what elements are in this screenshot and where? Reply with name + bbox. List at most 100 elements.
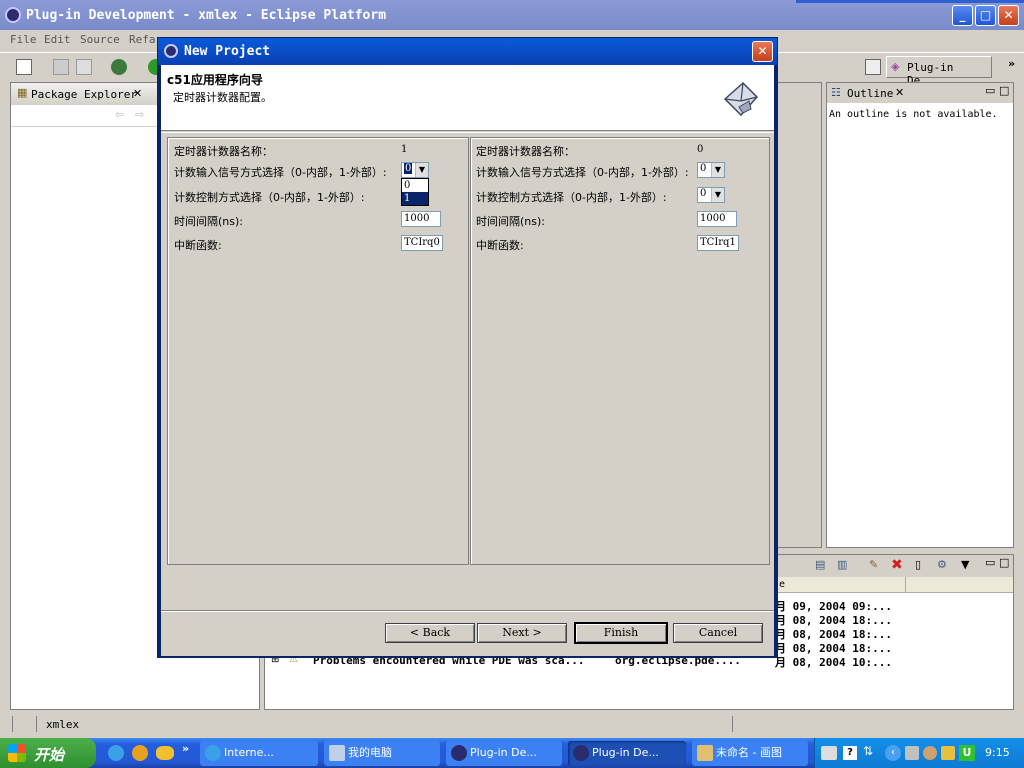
start-label: 开始 [34, 746, 65, 764]
editor-area [776, 82, 822, 548]
right-control-mode-combo[interactable]: 0 ▼ [697, 187, 725, 203]
start-button[interactable]: 开始 [0, 738, 96, 768]
debug-icon[interactable] [111, 59, 127, 75]
perspective-switcher[interactable]: ◈ Plug-in De... [886, 56, 992, 87]
save-icon[interactable] [53, 59, 69, 75]
keyboard-icon[interactable] [821, 746, 837, 760]
main-window-title: Plug-in Development - xmlex - Eclipse Pl… [26, 8, 387, 23]
right-interrupt-field[interactable]: TCIrq1 [697, 235, 739, 251]
quicklaunch-fish-icon[interactable] [156, 746, 174, 760]
top-right-blue-strip [796, 0, 1024, 3]
open-perspective-icon[interactable] [865, 59, 881, 75]
chevron-down-icon[interactable]: ▼ [711, 163, 724, 177]
dialog-header: c51应用程序向导 定时器计数器配置。 [161, 65, 774, 131]
outline-tab[interactable]: ☷ Outline ✕ ▭ □ [827, 83, 1013, 103]
forward-arrow-icon[interactable]: ⇨ [135, 108, 144, 121]
toolbar-overflow[interactable]: » [1008, 57, 1015, 70]
dialog-separator [161, 610, 774, 612]
quicklaunch-more[interactable]: » [182, 742, 189, 755]
menu-refactor[interactable]: Refa [129, 33, 156, 46]
u-app-icon[interactable]: U [959, 745, 975, 761]
maximize-problems-icon[interactable]: □ [999, 556, 1009, 569]
timer-panel-right: 定时器计数器名称： 0 计数输入信号方式选择（0-内部，1-外部）: 0 ▼ 计… [470, 137, 770, 565]
tray-expand-icon[interactable]: ‹ [885, 745, 901, 761]
left-interval-field[interactable]: 1000 [401, 211, 441, 227]
print-icon[interactable] [76, 59, 92, 75]
dialog-header-title: c51应用程序向导 [167, 73, 263, 87]
taskbar-item-paint[interactable]: 未命名 - 画图 [692, 741, 808, 766]
network-icon[interactable] [905, 746, 919, 760]
chevron-down-icon[interactable]: ▼ [711, 188, 724, 202]
left-input-mode-combo[interactable]: 0 ▼ [401, 162, 429, 178]
tray-arrow-icon[interactable]: ⇅ [863, 744, 873, 758]
new-icon[interactable] [16, 59, 32, 75]
menu-source[interactable]: Source [80, 33, 120, 46]
close-view-icon[interactable]: ✕ [133, 87, 142, 100]
minimize-view-icon[interactable]: ▭ [985, 84, 995, 97]
eclipse-icon [5, 7, 21, 23]
taskbar-item-eclipse-1[interactable]: Plug-in De... [446, 741, 562, 766]
cancel-button[interactable]: Cancel [673, 623, 763, 643]
dialog-title-bar[interactable]: New Project ✕ [158, 38, 777, 65]
package-icon: ▦ [17, 86, 28, 99]
back-button[interactable]: < Back [385, 623, 475, 643]
left-name-value: 1 [401, 144, 408, 155]
dropdown-option-1[interactable]: 1 [402, 192, 428, 205]
taskbar-item-eclipse-2[interactable]: Plug-in De... [568, 741, 686, 766]
timer-panel-left: 定时器计数器名称： 1 计数输入信号方式选择（0-内部，1-外部）: 0 ▼ 0… [167, 137, 469, 565]
right-interval-field[interactable]: 1000 [697, 211, 737, 227]
menu-dropdown-icon[interactable]: ▼ [961, 558, 969, 571]
minimize-button[interactable]: _ [952, 5, 973, 26]
right-control-mode-value: 0 [700, 188, 707, 199]
menu-edit[interactable]: Edit [44, 33, 71, 46]
maximize-view-icon[interactable]: □ [999, 84, 1009, 97]
close-button[interactable]: ✕ [998, 5, 1019, 26]
taskbar-item-ie[interactable]: Interne... [200, 741, 318, 766]
wizard-banner-icon [721, 79, 761, 119]
status-bar: xmlex [0, 713, 1024, 735]
clear-icon[interactable]: ✎ [869, 558, 878, 571]
dialog-close-button[interactable]: ✕ [752, 41, 773, 62]
quicklaunch-media-icon[interactable] [132, 745, 148, 761]
eclipse-icon [451, 745, 467, 761]
right-interval-label: 时间间隔(ns): [476, 215, 545, 228]
outline-message: An outline is not available. [829, 109, 998, 120]
back-arrow-icon[interactable]: ⇦ [115, 108, 124, 121]
lock-icon[interactable] [941, 746, 955, 760]
dialog-body: c51应用程序向导 定时器计数器配置。 定时器计数器名称： 1 计数输入信号方式… [161, 65, 774, 656]
left-name-label: 定时器计数器名称： [174, 145, 273, 158]
chevron-down-icon[interactable]: ▼ [415, 163, 428, 177]
finish-button[interactable]: Finish [575, 623, 667, 643]
filter-icon[interactable]: ▤ [815, 558, 825, 571]
copy-icon[interactable]: ▯ [915, 558, 921, 571]
dropdown-option-0[interactable]: 0 [402, 179, 428, 192]
left-interrupt-field[interactable]: TCIrq0 [401, 235, 443, 251]
status-text: xmlex [46, 718, 80, 731]
next-button[interactable]: Next > [477, 623, 567, 643]
paint-icon [697, 745, 713, 761]
user-icon[interactable] [923, 746, 937, 760]
new-project-dialog: New Project ✕ c51应用程序向导 定时器计数器配置。 定时器计数器… [157, 37, 778, 658]
creation-time-header[interactable]: e [779, 579, 785, 590]
help-icon[interactable]: ? [843, 746, 857, 760]
package-explorer-title: Package Explorer [31, 88, 137, 101]
maximize-button[interactable]: □ [975, 5, 996, 26]
main-title-bar[interactable]: Plug-in Development - xmlex - Eclipse Pl… [0, 0, 1024, 30]
delete-icon[interactable]: ✖ [891, 557, 903, 573]
right-interrupt-label: 中断函数: [476, 239, 524, 252]
left-interval-label: 时间间隔(ns): [174, 215, 243, 228]
properties-icon[interactable]: ⚙ [937, 558, 947, 571]
clock[interactable]: 9:15 [985, 746, 1010, 759]
left-interrupt-label: 中断函数: [174, 239, 222, 252]
outline-title: Outline [847, 87, 894, 100]
close-outline-icon[interactable]: ✕ [895, 86, 904, 99]
system-tray: ? ⇅ ‹ U 9:15 [814, 738, 1024, 768]
right-input-mode-combo[interactable]: 0 ▼ [697, 162, 725, 178]
menu-file[interactable]: File [10, 33, 37, 46]
taskbar-item-my-computer[interactable]: 我的电脑 [324, 741, 440, 766]
minimize-problems-icon[interactable]: ▭ [985, 556, 995, 569]
eclipse-icon [573, 745, 589, 761]
collapse-icon[interactable]: ▥ [837, 558, 847, 571]
outline-icon: ☷ [831, 86, 841, 99]
quicklaunch-ie-icon[interactable] [108, 745, 124, 761]
